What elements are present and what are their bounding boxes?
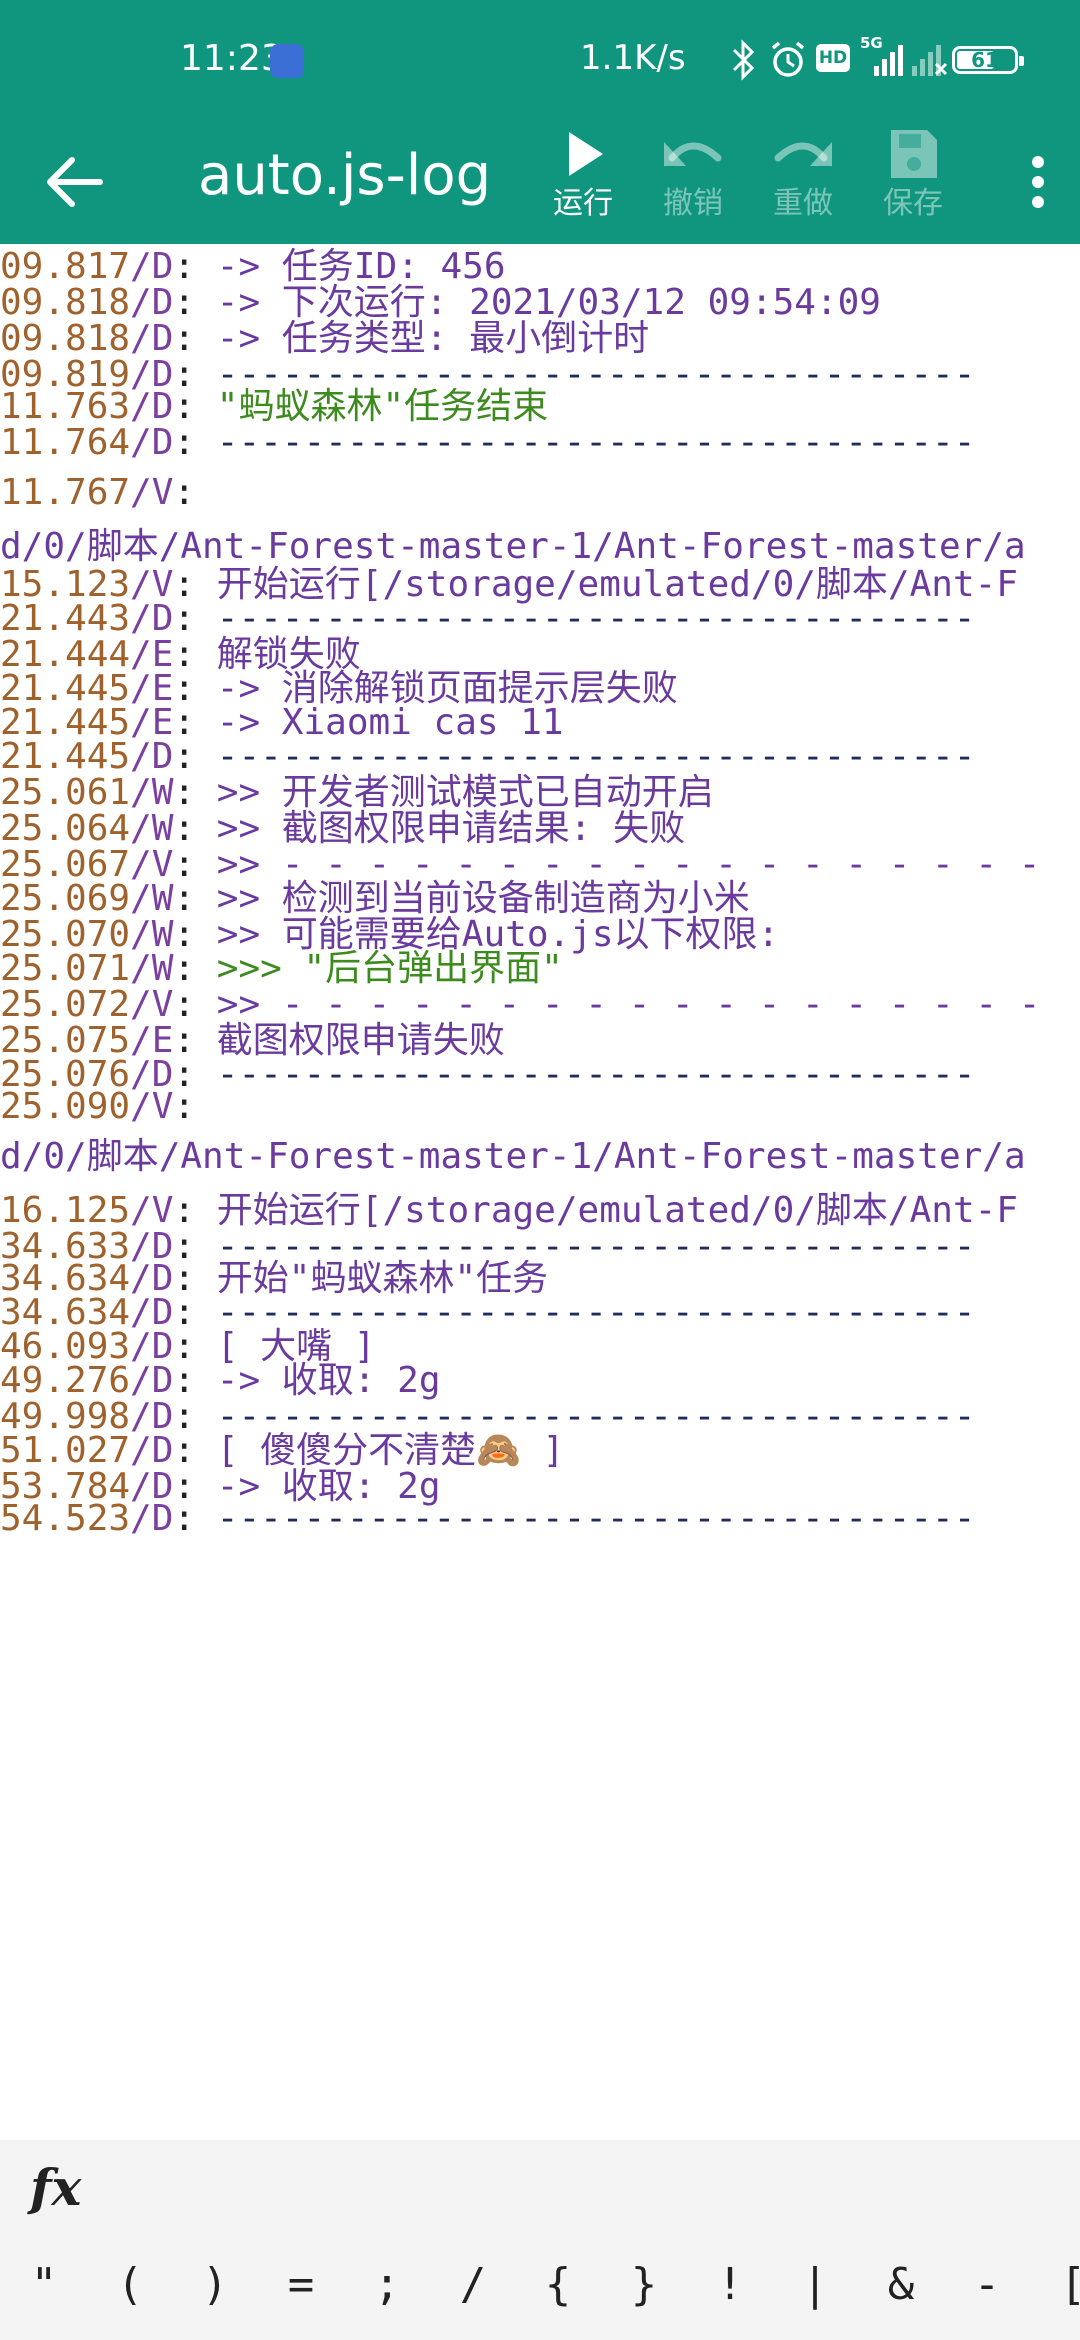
symbol-key[interactable]: (: [100, 2250, 160, 2320]
save-label: 保存: [883, 186, 943, 221]
signal-strength-2-icon: [912, 45, 948, 76]
toolbar: auto.js-log 运行 撤销 重做 保存: [0, 120, 1080, 244]
log-timestamp: 25.090: [0, 1086, 131, 1127]
run-button[interactable]: 运行: [528, 124, 638, 244]
symbol-key[interactable]: &: [871, 2250, 931, 2320]
function-button[interactable]: fx: [30, 2158, 81, 2217]
log-separator: /: [130, 422, 152, 463]
log-level: V: [151, 1086, 174, 1127]
symbol-key[interactable]: !: [700, 2250, 760, 2320]
log-line: 54.523/D: ------------------------------…: [0, 1496, 975, 1542]
symbol-key[interactable]: [: [1043, 2250, 1080, 2320]
bluetooth-icon: [732, 39, 755, 81]
app-root: 11:23 1.1K/s HD 5G 61 auto.js-log 运行 撤销 …: [0, 0, 1080, 2340]
symbol-key[interactable]: |: [785, 2250, 845, 2320]
log-colon: :: [173, 422, 217, 463]
log-colon: :: [173, 1086, 217, 1127]
alarm-icon: [771, 41, 805, 77]
redo-button[interactable]: 重做: [748, 124, 858, 244]
redo-icon: [774, 142, 832, 166]
network-speed: 1.1K/s: [580, 38, 686, 78]
symbol-key[interactable]: ;: [357, 2250, 417, 2320]
redo-label: 重做: [773, 186, 833, 221]
undo-label: 撤销: [663, 186, 723, 221]
log-level: V: [151, 472, 174, 513]
editor-bottom-bar: fx " () =; / {}! |&-[: [0, 2140, 1080, 2340]
undo-icon: [664, 142, 722, 166]
app-header: 11:23 1.1K/s HD 5G 61 auto.js-log 运行 撤销 …: [0, 0, 1080, 244]
save-button[interactable]: 保存: [858, 124, 968, 244]
log-colon: :: [173, 1498, 217, 1539]
battery-percentage: 61: [971, 48, 999, 72]
more-options-icon[interactable]: [1008, 140, 1068, 224]
log-console[interactable]: 09.817/D: -> 任务ID: 456 09.818/D: -> 下次运行:…: [0, 244, 1080, 2140]
log-path-text: d/0/脚本/Ant-Forest-master-1/Ant-Forest-ma…: [0, 1136, 1026, 1177]
symbol-input-row: " () =; / {}! |&-[: [0, 2250, 1080, 2320]
save-icon: [891, 130, 937, 178]
status-time: 11:23: [180, 38, 284, 79]
log-separator: /: [130, 472, 152, 513]
log-line: 11.764/D: ------------------------------…: [0, 420, 975, 466]
symbol-key[interactable]: ): [185, 2250, 245, 2320]
log-separator: /: [130, 1086, 152, 1127]
log-separator: /: [130, 1498, 152, 1539]
log-colon: :: [173, 472, 217, 513]
log-line: 25.090/V:: [0, 1084, 217, 1130]
log-path-text: d/0/脚本/Ant-Forest-master-1/Ant-Forest-ma…: [0, 526, 1026, 567]
log-timestamp: 54.523: [0, 1498, 131, 1539]
symbol-key[interactable]: }: [614, 2250, 674, 2320]
log-level: D: [151, 422, 174, 463]
play-icon: [569, 132, 603, 176]
back-arrow-icon[interactable]: [38, 142, 118, 222]
log-message: -----------------------------------: [216, 422, 976, 463]
battery-icon: 61: [952, 46, 1024, 74]
log-message: -----------------------------------: [216, 1054, 976, 1095]
log-message: -----------------------------------: [216, 1498, 976, 1539]
status-icons: 1.1K/s HD 5G 61: [560, 34, 1080, 84]
hd-icon: HD: [816, 44, 850, 72]
symbol-key[interactable]: -: [957, 2250, 1017, 2320]
symbol-key[interactable]: /: [443, 2250, 503, 2320]
status-bar: 11:23 1.1K/s HD 5G 61: [0, 0, 1080, 120]
page-title: auto.js-log: [198, 143, 492, 208]
signal-strength-icon: [874, 45, 903, 76]
log-timestamp: 11.764: [0, 422, 131, 463]
log-level: D: [151, 1498, 174, 1539]
log-timestamp: 11.767: [0, 472, 131, 513]
undo-button[interactable]: 撤销: [638, 124, 748, 244]
symbol-key[interactable]: ": [14, 2250, 74, 2320]
notification-app-icon: [270, 44, 304, 78]
symbol-key[interactable]: {: [528, 2250, 588, 2320]
run-label: 运行: [553, 186, 613, 221]
log-line: 11.767/V:: [0, 470, 217, 516]
symbol-key[interactable]: =: [271, 2250, 331, 2320]
log-line: d/0/脚本/Ant-Forest-master-1/Ant-Forest-ma…: [0, 1134, 1026, 1180]
